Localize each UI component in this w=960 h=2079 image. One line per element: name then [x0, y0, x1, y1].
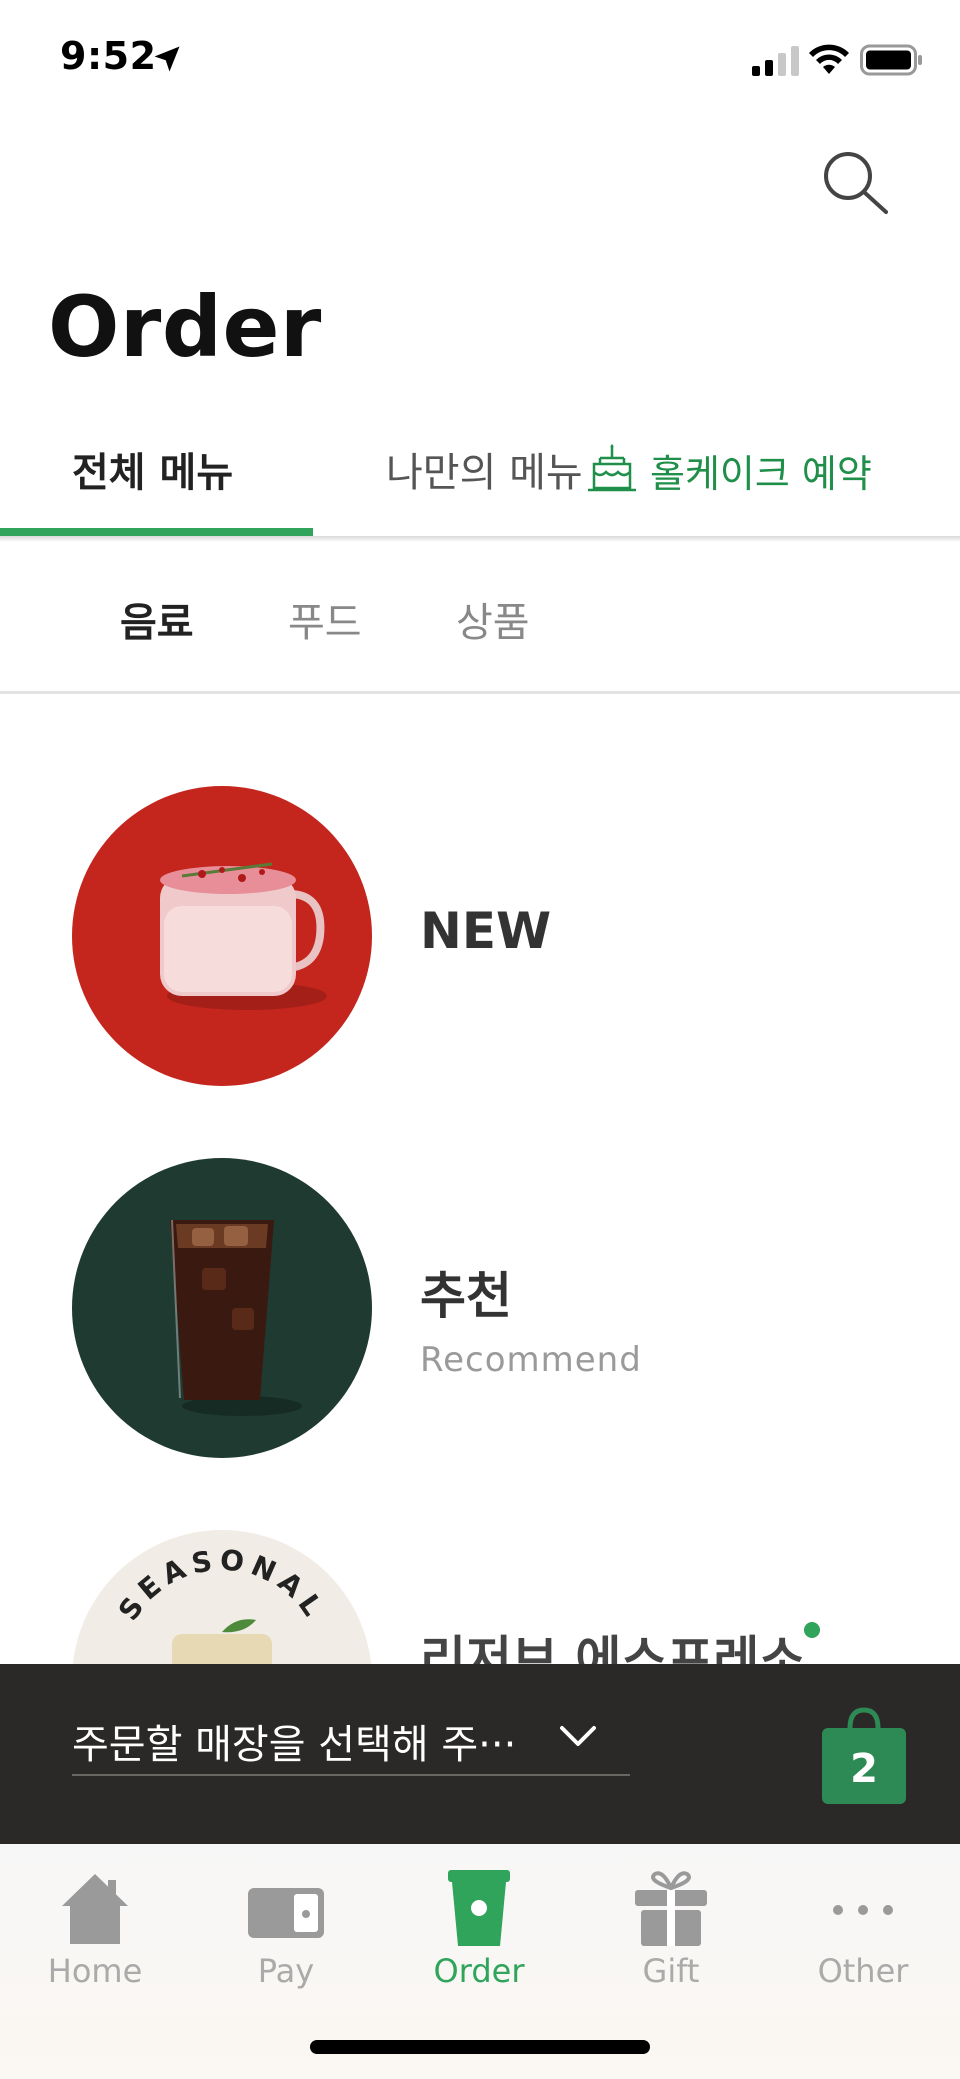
- wifi-icon: [809, 44, 849, 74]
- location-arrow-icon: [154, 46, 180, 72]
- pink-tea-mug-image: [160, 862, 327, 1010]
- store-selector-bar: 주문할 매장을 선택해 주··· 2: [0, 1664, 960, 1844]
- cellular-signal-icon: [752, 46, 799, 76]
- store-select-placeholder: 주문할 매장을 선택해 주···: [72, 1722, 517, 1768]
- subtab-food[interactable]: 푸드: [288, 590, 362, 648]
- nav-label: Pay: [257, 1952, 315, 1990]
- nav-item-order[interactable]: Order: [404, 1866, 554, 1990]
- nav-item-other[interactable]: Other: [788, 1866, 938, 1990]
- chevron-down-icon: [560, 1726, 596, 1746]
- iced-coffee-image: [170, 1219, 302, 1416]
- tab-active-indicator: [0, 528, 313, 536]
- main-tabs: 전체 메뉴 나만의 메뉴 홀케이크 예약: [0, 420, 960, 538]
- seasonal-badge-text: SEASONAL: [112, 1543, 326, 1626]
- nav-label: Other: [817, 1952, 909, 1990]
- home-indicator: [310, 2040, 650, 2054]
- category-text: 추천 Recommend: [420, 1256, 642, 1380]
- status-time: 9:52: [60, 34, 157, 78]
- home-icon: [62, 1874, 128, 1944]
- tab-my-menu[interactable]: 나만의 메뉴: [386, 440, 583, 498]
- category-text: 리저브 에스프레소: [420, 1620, 805, 1664]
- tab-all-menu[interactable]: 전체 메뉴: [72, 440, 233, 498]
- nav-label: Gift: [642, 1952, 700, 1990]
- cake-icon: [588, 444, 636, 492]
- nav-item-home[interactable]: Home: [20, 1866, 170, 1990]
- category-item-reserve-espresso[interactable]: SEASONAL 리저브 에스프레소: [0, 1530, 960, 1664]
- battery-icon: [860, 44, 922, 76]
- status-bar: 9:52: [0, 0, 960, 120]
- category-subtitle: Recommend: [420, 1340, 642, 1380]
- cup-icon: [448, 1870, 510, 1946]
- whole-cake-label: 홀케이크 예약: [650, 451, 872, 496]
- category-title: 추천: [420, 1267, 512, 1325]
- category-thumbnail: [72, 786, 372, 1086]
- nav-label: Order: [433, 1952, 525, 1990]
- more-dots-icon: [833, 1905, 893, 1915]
- new-indicator-dot: [804, 1622, 820, 1638]
- svg-text:SEASONAL: SEASONAL: [112, 1543, 332, 1626]
- subtab-goods[interactable]: 상품: [456, 590, 530, 648]
- page-title: Order: [48, 278, 322, 376]
- search-icon[interactable]: [818, 146, 892, 220]
- subtab-beverage[interactable]: 음료: [120, 590, 194, 648]
- category-thumbnail: [72, 1158, 372, 1458]
- gift-icon: [635, 1871, 707, 1946]
- category-item-new[interactable]: NEW: [0, 786, 960, 1106]
- cart-button[interactable]: 2: [822, 1706, 906, 1804]
- store-select-dropdown[interactable]: 주문할 매장을 선택해 주···: [72, 1708, 630, 1776]
- nav-label: Home: [47, 1952, 143, 1990]
- sub-tabs: 음료 푸드 상품: [0, 560, 960, 694]
- tabs-divider: [0, 536, 960, 542]
- category-text: NEW: [420, 902, 551, 960]
- whole-cake-reservation-button[interactable]: 홀케이크 예약: [584, 440, 872, 500]
- category-item-recommend[interactable]: 추천 Recommend: [0, 1158, 960, 1478]
- cart-count-badge: 2: [850, 1746, 878, 1792]
- seasonal-latte-image: SEASONAL: [112, 1543, 332, 1664]
- nav-item-gift[interactable]: Gift: [596, 1866, 746, 1990]
- nav-item-pay[interactable]: Pay: [211, 1866, 361, 1990]
- category-thumbnail: SEASONAL: [72, 1530, 372, 1664]
- card-icon: [248, 1888, 324, 1938]
- category-title: 리저브 에스프레소: [420, 1631, 806, 1664]
- category-title: NEW: [420, 902, 552, 960]
